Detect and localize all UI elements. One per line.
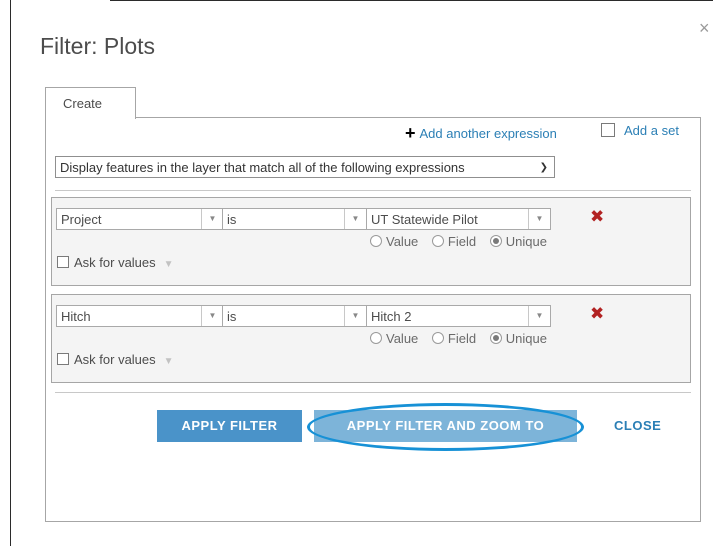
ask-for-values-checkbox[interactable] — [57, 353, 69, 365]
radio-unique[interactable] — [489, 332, 502, 344]
operator-select-value: is — [227, 309, 237, 324]
window-frame-left — [10, 0, 11, 546]
apply-filter-and-zoom-button[interactable]: APPLY FILTER AND ZOOM TO — [314, 410, 577, 442]
field-select[interactable]: Project ▼ — [56, 208, 224, 230]
delete-x-icon[interactable]: ✖ — [590, 207, 604, 227]
match-mode-select[interactable]: Display features in the layer that match… — [55, 156, 555, 178]
add-expression-label: Add another expression — [419, 126, 557, 141]
radio-field[interactable] — [431, 332, 444, 344]
divider — [55, 190, 691, 191]
radio-value-label: Value — [386, 331, 419, 346]
ask-for-values-option[interactable]: Ask for values ▼ — [57, 255, 174, 270]
chevron-down-icon[interactable]: ▼ — [201, 209, 223, 229]
add-set-label: Add a set — [624, 123, 679, 138]
divider — [55, 392, 691, 393]
dialog-title: Filter: Plots — [40, 33, 156, 59]
expression-row: Project ▼ is ▼ UT Statewide Pilot ▼ ✖ Va… — [51, 197, 691, 286]
radio-value-label: Value — [386, 234, 419, 249]
value-select-value: Hitch 2 — [371, 309, 412, 324]
tab-create-label: Create — [63, 96, 103, 111]
chevron-down-icon[interactable]: ▼ — [344, 209, 366, 229]
chevron-down-icon[interactable]: ▼ — [528, 209, 550, 229]
radio-unique[interactable] — [489, 235, 502, 247]
plus-icon: + — [405, 123, 416, 143]
chevron-down-icon[interactable]: ▼ — [344, 306, 366, 326]
field-select-value: Project — [61, 212, 102, 227]
operator-select-value: is — [227, 212, 237, 227]
tab-create[interactable]: Create — [45, 87, 136, 119]
add-set-option[interactable]: Add a set — [601, 123, 679, 138]
ask-for-values-option[interactable]: Ask for values ▼ — [57, 352, 174, 367]
radio-field-label: Field — [447, 234, 477, 249]
radio-field-label: Field — [447, 331, 477, 346]
operator-select[interactable]: is ▼ — [222, 208, 367, 230]
chevron-down-icon: ▼ — [163, 259, 174, 270]
add-set-checkbox[interactable] — [601, 123, 615, 137]
chevron-down-icon[interactable]: ▼ — [201, 306, 223, 326]
field-select-value: Hitch — [61, 309, 91, 324]
value-source-radios: Value Field Unique — [370, 331, 547, 346]
radio-field[interactable] — [431, 235, 444, 247]
delete-x-icon[interactable]: ✖ — [590, 304, 604, 324]
ask-for-values-label: Ask for values — [74, 255, 156, 270]
chevron-down-icon[interactable]: ▼ — [528, 306, 550, 326]
radio-unique-label: Unique — [505, 234, 547, 249]
close-icon[interactable]: × — [699, 18, 710, 39]
radio-unique-label: Unique — [505, 331, 547, 346]
close-button[interactable]: CLOSE — [614, 418, 661, 433]
ask-for-values-checkbox[interactable] — [57, 256, 69, 268]
value-source-radios: Value Field Unique — [370, 234, 547, 249]
radio-value[interactable] — [370, 235, 382, 247]
add-expression-link[interactable]: + Add another expression — [405, 122, 557, 143]
ask-for-values-label: Ask for values — [74, 352, 156, 367]
field-select[interactable]: Hitch ▼ — [56, 305, 224, 327]
apply-filter-button[interactable]: APPLY FILTER — [157, 410, 302, 442]
value-select-value: UT Statewide Pilot — [371, 212, 478, 227]
operator-select[interactable]: is ▼ — [222, 305, 367, 327]
chevron-down-icon: ❯ — [539, 162, 548, 173]
radio-value[interactable] — [370, 332, 382, 344]
match-mode-value: Display features in the layer that match… — [60, 160, 465, 175]
window-frame-top — [110, 0, 713, 1]
expression-row: Hitch ▼ is ▼ Hitch 2 ▼ ✖ Value Field Uni… — [51, 294, 691, 383]
value-select[interactable]: UT Statewide Pilot ▼ — [366, 208, 551, 230]
value-select[interactable]: Hitch 2 ▼ — [366, 305, 551, 327]
chevron-down-icon: ▼ — [163, 356, 174, 367]
